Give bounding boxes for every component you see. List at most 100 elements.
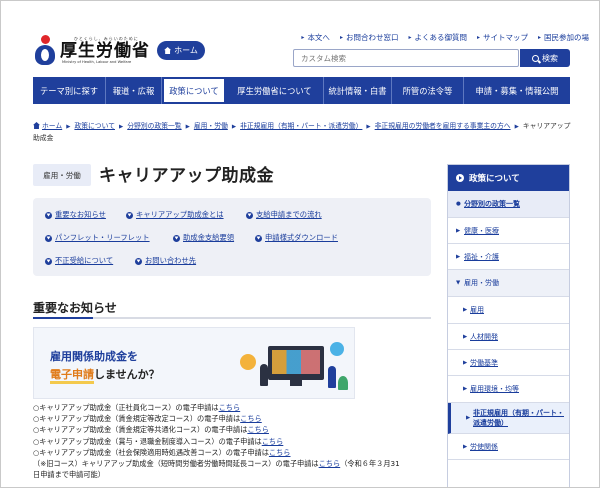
notice-link[interactable]: こちら: [219, 403, 241, 412]
breadcrumb-item[interactable]: 非正規雇用（有期・パート・派遣労働）: [240, 122, 362, 130]
e-application-banner[interactable]: 雇用関係助成金を 電子申請しませんか？: [33, 327, 355, 399]
home-button-label: ホーム: [174, 46, 198, 55]
chevron-down-icon: [246, 211, 253, 219]
anchor-link[interactable]: 申請様式ダウンロード: [255, 233, 338, 243]
notice-line: 日申請まで申請可能）: [33, 470, 105, 480]
banner-line1: 雇用関係助成金を: [50, 350, 138, 363]
toplink-participation[interactable]: ▸ 国民参加の場: [538, 32, 589, 43]
toplink-faq[interactable]: ▸ よくある御質問: [408, 32, 467, 43]
search-button[interactable]: 検索: [520, 49, 570, 67]
chevron-right-icon: ▶: [463, 307, 468, 313]
chevron-right-icon: ▶: [185, 124, 190, 130]
sidebar-item-health[interactable]: ▶ 健康・医療: [448, 218, 569, 244]
sidebar-item-labor-relations[interactable]: ▶ 労使関係: [448, 434, 569, 460]
anchor-link[interactable]: キャリアアップ助成金とは: [126, 210, 224, 220]
chevron-down-icon: [135, 257, 142, 265]
site-logo[interactable]: ひとくらし、みらいのために 厚生労働省 Ministry of Health, …: [33, 35, 150, 65]
notice-line: ○キャリアアップ助成金（正社員化コース）の電子申請はこちら: [33, 403, 241, 412]
notice-line: （※旧コース）キャリアアップ助成金（短時間労働者労働時間延長コース）の電子申請は…: [33, 459, 400, 469]
anchor-link[interactable]: 不正受給について: [45, 256, 113, 266]
anchor-link[interactable]: 支給申請までの流れ: [246, 210, 322, 220]
section-divider: [33, 317, 431, 319]
category-badge: 雇用・労働: [33, 164, 91, 186]
notice-line: ○キャリアアップ助成金（賃金規定等共通化コース）の電子申請はこちら: [33, 425, 269, 435]
breadcrumb: ホーム ▶ 政策について ▶ 分野別の政策一覧 ▶ 雇用・労働 ▶ 非正規雇用（有期・パート・派…: [33, 121, 573, 144]
gnav-statistics[interactable]: 統計情報・白書: [324, 77, 392, 104]
chevron-right-icon: ▶: [466, 415, 471, 421]
chevron-right-icon: ▶: [463, 359, 468, 366]
chevron-right-icon: ▶: [463, 386, 468, 392]
sidebar-heading[interactable]: 政策について: [448, 165, 569, 191]
chevron-right-icon: ▶: [463, 443, 468, 450]
breadcrumb-item[interactable]: 非正規雇用の労働者を雇用する事業主の方へ: [375, 122, 511, 130]
global-nav: テーマ別に探す 報道・広報 政策について 厚生労働省について 統計情報・白書 所…: [33, 77, 570, 104]
chevron-right-icon: ●: [456, 201, 461, 207]
chevron-down-icon: [126, 211, 133, 219]
banner-illustration: [234, 334, 352, 396]
breadcrumb-item[interactable]: 政策について: [74, 122, 115, 130]
sidebar-item-hr-dev[interactable]: ▶ 人材開発: [448, 324, 569, 350]
toplink-contact[interactable]: ▸ お問合わせ窓口: [340, 32, 399, 43]
sidebar-item-labor-standards[interactable]: ▶ 労働基準: [448, 350, 569, 376]
gnav-theme[interactable]: テーマ別に探す: [33, 77, 106, 104]
search-icon: [532, 54, 539, 62]
chevron-down-icon: [45, 211, 52, 219]
section-title: 重要なお知らせ: [33, 301, 117, 315]
chevron-right-icon: ▶: [231, 124, 237, 130]
home-button[interactable]: ホーム: [157, 41, 205, 60]
logo-en: Ministry of Health, Labour and Welfare: [62, 60, 132, 64]
chevron-right-icon: ▸: [537, 34, 541, 41]
search-input[interactable]: [293, 49, 519, 67]
breadcrumb-item[interactable]: 分野別の政策一覧: [127, 122, 181, 130]
sidebar-item-equality[interactable]: ▶ 雇用環境・均等: [448, 376, 569, 403]
sidebar-item-employment[interactable]: ▼ 雇用・労働: [448, 270, 569, 297]
notice-link[interactable]: こちら: [240, 414, 262, 423]
gnav-about[interactable]: 厚生労働省について: [226, 77, 324, 104]
chevron-down-icon: [45, 234, 52, 242]
anchor-link[interactable]: お問い合わせ先: [135, 256, 196, 266]
sidebar-item-policy-list[interactable]: ● 分野別の政策一覧: [448, 191, 569, 218]
mhlw-logo-icon: [33, 35, 57, 65]
gnav-policy[interactable]: 政策について: [162, 77, 226, 104]
chevron-down-icon: [45, 257, 52, 265]
sidebar-item-non-regular[interactable]: ▶ 非正規雇用（有期・パート・派遣労働）: [448, 403, 569, 434]
utility-links: ▸ 本文へ ▸ お問合わせ窓口 ▸ よくある御質問 ▸ サイトマップ ▸ 国民参加の場: [301, 32, 589, 43]
gnav-press[interactable]: 報道・広報: [106, 77, 162, 104]
notice-link[interactable]: こちら: [319, 459, 341, 468]
chevron-right-icon: ▶: [119, 124, 124, 130]
chevron-right-icon: ▶: [456, 227, 461, 234]
chevron-right-icon: ▶: [463, 333, 468, 340]
browser-frame: ひとくらし、みらいのために 厚生労働省 Ministry of Health, …: [0, 0, 600, 488]
house-icon: [164, 47, 172, 54]
gnav-laws[interactable]: 所管の法令等: [392, 77, 464, 104]
banner-line2: 電子申請しませんか？: [50, 366, 160, 384]
home-icon: [33, 122, 40, 129]
chevron-down-icon: [255, 234, 262, 242]
anchor-link[interactable]: パンフレット・リーフレット: [45, 233, 150, 243]
notice-link[interactable]: こちら: [269, 448, 291, 457]
logo-name: 厚生労働省: [60, 41, 150, 61]
chevron-right-icon: ▶: [66, 124, 71, 130]
chevron-right-icon: ▸: [408, 34, 412, 41]
chevron-right-icon: ▶: [366, 124, 371, 130]
page-title: キャリアアップ助成金: [99, 166, 274, 186]
toplink-skip[interactable]: ▸ 本文へ: [301, 32, 330, 43]
chevron-right-icon: ▶: [456, 253, 461, 260]
breadcrumb-item[interactable]: ホーム: [42, 122, 62, 130]
sidebar-item-koyo[interactable]: ▶ 雇用: [448, 297, 569, 324]
anchor-link[interactable]: 重要なお知らせ: [45, 210, 106, 220]
sidebar-item-welfare[interactable]: ▶ 福祉・介護: [448, 244, 569, 270]
breadcrumb-item[interactable]: 雇用・労働: [194, 122, 228, 130]
search-button-label: 検索: [542, 53, 558, 63]
notice-line: ○キャリアアップ助成金（賃金規定等改定コース）の電子申請はこちら: [33, 414, 262, 424]
notice-link[interactable]: こちら: [262, 437, 284, 446]
gnav-applications[interactable]: 申請・募集・情報公開: [464, 77, 570, 104]
anchor-link[interactable]: 助成金支給要領: [173, 233, 234, 243]
toplink-sitemap[interactable]: ▸ サイトマップ: [477, 32, 528, 43]
sidebar: 政策について ● 分野別の政策一覧 ▶ 健康・医療 ▶ 福祉・介護 ▼ 雇用・労働 ▶ 雇…: [447, 164, 570, 487]
chevron-down-icon: ▼: [456, 280, 461, 286]
notice-link[interactable]: こちら: [247, 425, 269, 434]
chevron-right-icon: ▸: [476, 34, 480, 41]
chevron-right-icon: ▸: [301, 34, 305, 41]
chevron-right-icon: [456, 174, 464, 182]
